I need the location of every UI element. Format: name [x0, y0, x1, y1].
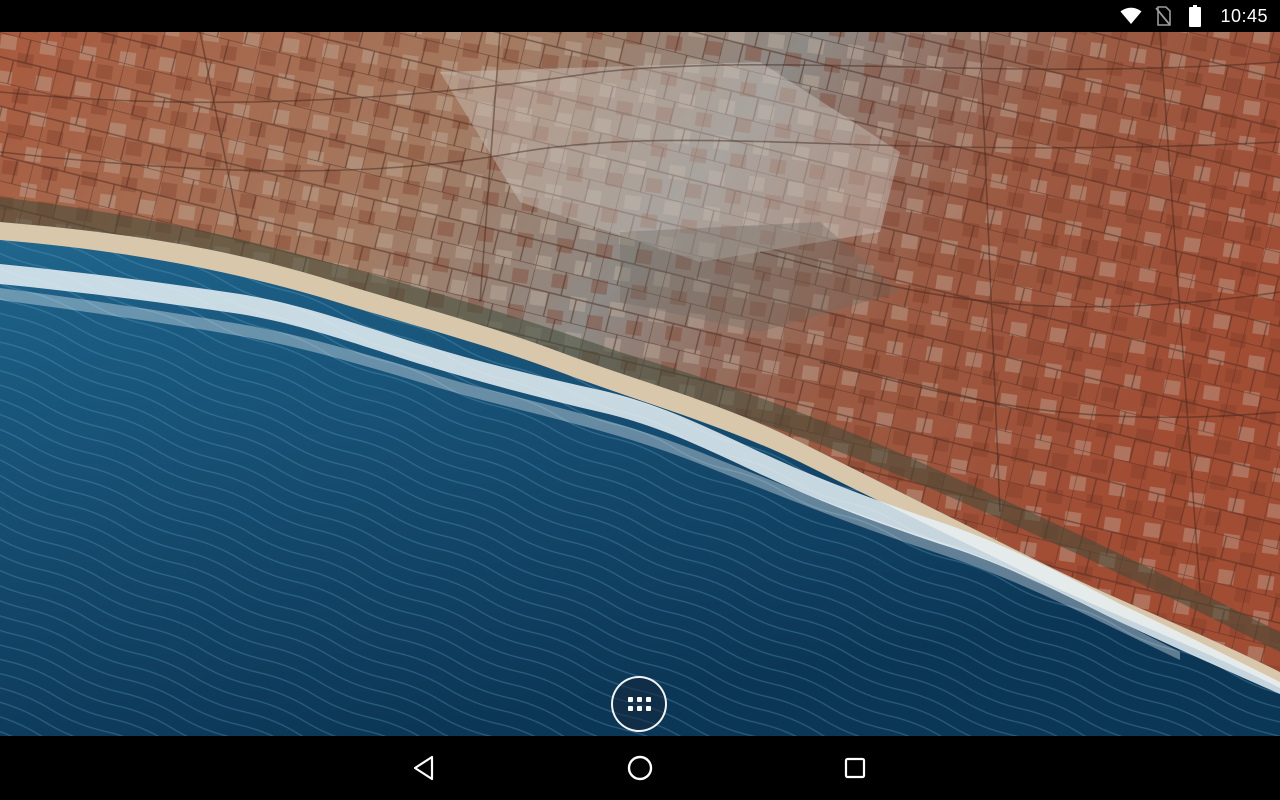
recents-button[interactable] [831, 744, 879, 792]
status-time: 10:45 [1220, 5, 1268, 26]
home-icon [627, 755, 653, 781]
status-bar: 10:45 [0, 0, 1280, 32]
wifi-icon [1120, 5, 1142, 27]
android-home-screen: 10:45 [0, 0, 1280, 800]
home-button[interactable] [616, 744, 664, 792]
back-button[interactable] [400, 744, 448, 792]
recents-icon [844, 757, 866, 779]
satellite-coastline-wallpaper [0, 32, 1280, 736]
status-icons: 10:45 [1120, 5, 1280, 27]
back-icon [413, 755, 434, 781]
all-apps-icon [627, 697, 651, 711]
app-drawer-button[interactable] [611, 676, 667, 732]
wallpaper [0, 32, 1280, 736]
no-sim-icon [1152, 5, 1174, 27]
navigation-bar [0, 736, 1280, 800]
battery-icon [1184, 5, 1206, 27]
